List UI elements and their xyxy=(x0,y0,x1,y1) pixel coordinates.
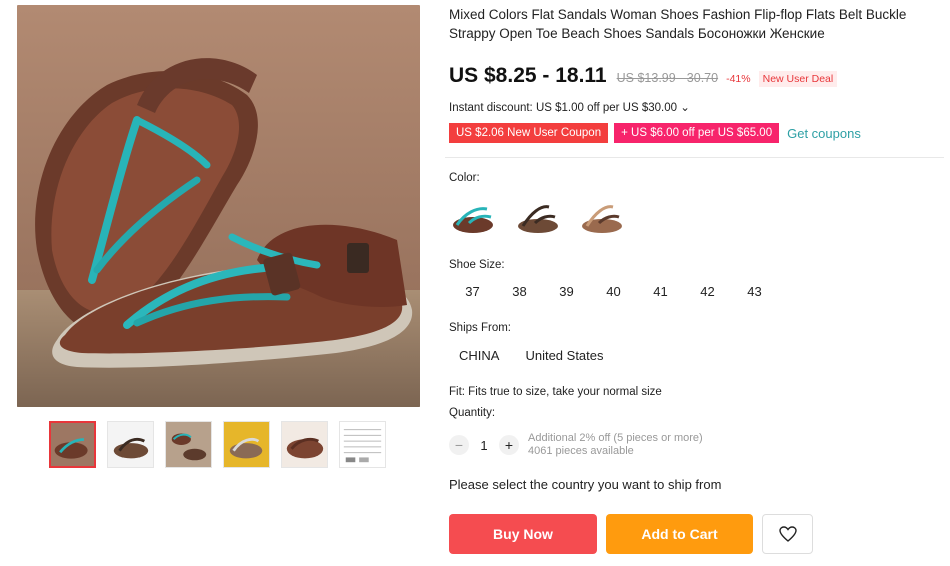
current-price: US $8.25 - 18.11 xyxy=(449,64,607,87)
size-option[interactable]: 41 xyxy=(637,284,684,299)
store-coupon[interactable]: + US $6.00 off per US $65.00 xyxy=(614,123,780,143)
size-option[interactable]: 43 xyxy=(731,284,778,299)
instant-discount[interactable]: Instant discount: US $1.00 off per US $3… xyxy=(449,100,690,114)
size-options: 37 38 39 40 41 42 43 xyxy=(449,284,778,299)
original-price: US $13.99 - 30.70 xyxy=(616,71,719,85)
size-option[interactable]: 38 xyxy=(496,284,543,299)
ships-from-options: CHINA United States xyxy=(449,348,604,363)
color-options xyxy=(449,193,627,243)
price-row: US $8.25 - 18.11 US $13.99 - 30.70 -41% … xyxy=(449,64,838,88)
thumbnail-5[interactable] xyxy=(281,421,328,468)
size-option[interactable]: 39 xyxy=(543,284,590,299)
available-count: 4061 pieces available xyxy=(528,445,634,457)
color-label: Color: xyxy=(449,172,480,184)
quantity-increment-button[interactable]: + xyxy=(499,435,519,455)
ships-from-label: Ships From: xyxy=(449,322,511,334)
color-option-brown[interactable] xyxy=(513,193,563,243)
thumbnail-2[interactable] xyxy=(107,421,154,468)
shoe-size-label: Shoe Size: xyxy=(449,259,505,271)
thumbnail-3[interactable] xyxy=(165,421,212,468)
shipping-country-prompt: Please select the country you want to sh… xyxy=(449,477,722,492)
ships-from-china[interactable]: CHINA xyxy=(459,348,499,363)
get-coupons-link[interactable]: Get coupons xyxy=(787,126,861,141)
quantity-value[interactable]: 1 xyxy=(469,438,499,453)
thumbnail-4[interactable] xyxy=(223,421,270,468)
divider xyxy=(445,157,944,158)
color-option-tan[interactable] xyxy=(577,193,627,243)
size-option[interactable]: 40 xyxy=(590,284,637,299)
add-to-cart-button[interactable]: Add to Cart xyxy=(606,514,753,554)
wishlist-button[interactable] xyxy=(762,514,813,554)
buy-now-button[interactable]: Buy Now xyxy=(449,514,597,554)
ships-from-united-states[interactable]: United States xyxy=(525,348,603,363)
thumbnail-1[interactable] xyxy=(49,421,96,468)
size-option[interactable]: 37 xyxy=(449,284,496,299)
new-user-deal-badge: New User Deal xyxy=(758,71,838,87)
heart-icon xyxy=(778,526,797,542)
size-option[interactable]: 42 xyxy=(684,284,731,299)
new-user-coupon[interactable]: US $2.06 New User Coupon xyxy=(449,123,609,143)
color-option-teal[interactable] xyxy=(449,193,499,243)
product-title: Mixed Colors Flat Sandals Woman Shoes Fa… xyxy=(449,7,907,41)
fit-note: Fit: Fits true to size, take your normal… xyxy=(449,386,662,398)
discount-percent: -41% xyxy=(726,73,751,85)
coupon-row: US $2.06 New User Coupon + US $6.00 off … xyxy=(449,123,861,143)
main-product-image xyxy=(17,5,420,407)
quantity-note: Additional 2% off (5 pieces or more) 406… xyxy=(528,432,703,458)
quantity-decrement-button[interactable]: − xyxy=(449,435,469,455)
quantity-label: Quantity: xyxy=(449,407,496,419)
thumbnail-strip xyxy=(49,421,386,468)
quantity-stepper: − 1 + Additional 2% off (5 pieces or mor… xyxy=(449,432,703,458)
thumbnail-6-size-chart[interactable] xyxy=(339,421,386,468)
bulk-discount-note: Additional 2% off (5 pieces or more) xyxy=(528,432,703,444)
